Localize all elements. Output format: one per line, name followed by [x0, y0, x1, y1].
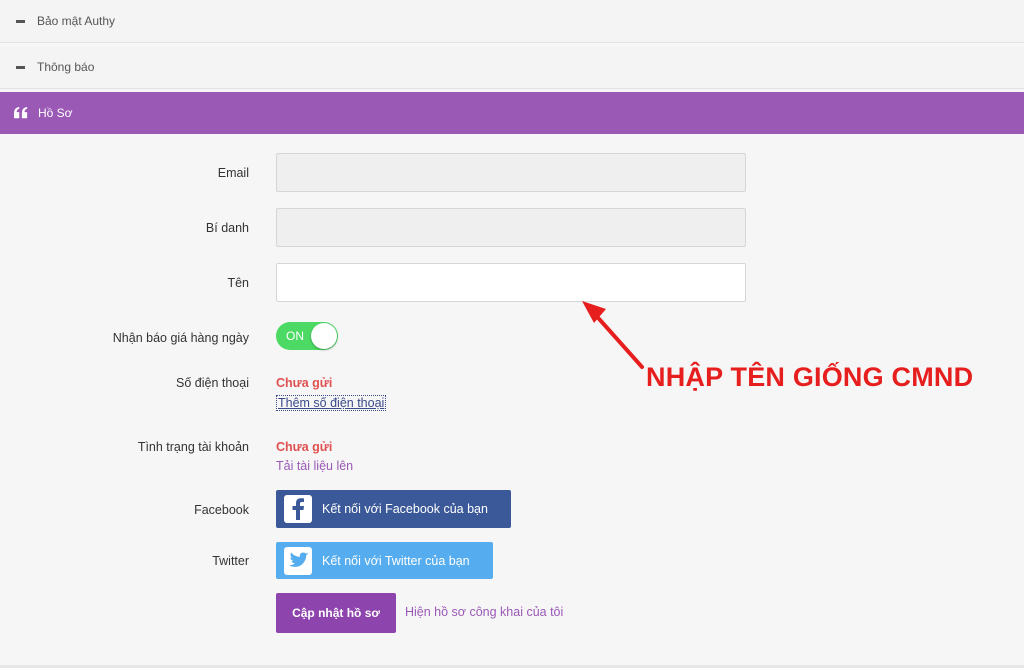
- add-phone-link[interactable]: Thêm số điện thoại: [276, 395, 387, 411]
- annotation-arrow: [582, 301, 644, 369]
- accordion-item-notifications[interactable]: Thông báo: [0, 46, 1024, 89]
- phone-label: Số điện thoại: [176, 376, 249, 390]
- email-label: Email: [217, 166, 249, 180]
- public-profile-link[interactable]: Hiện hồ sơ công khai của tôi: [405, 605, 563, 619]
- account-status-value: Chưa gửi: [276, 440, 333, 454]
- accordion-item-profile[interactable]: Hồ Sơ: [0, 92, 1024, 134]
- accordion-label: Hồ Sơ: [38, 106, 73, 120]
- name-label: Tên: [227, 276, 249, 290]
- minus-icon: [16, 65, 25, 69]
- daily-quote-label: Nhận báo giá hàng ngày: [112, 331, 249, 345]
- account-status-label: Tình trạng tài khoản: [137, 440, 249, 454]
- daily-quote-toggle[interactable]: ON: [276, 322, 338, 350]
- email-field[interactable]: [276, 153, 746, 192]
- toggle-knob: [311, 323, 337, 349]
- accordion-label: Thông báo: [37, 60, 95, 74]
- minus-icon: [16, 19, 25, 23]
- facebook-icon: [284, 495, 312, 523]
- quote-left-icon: [14, 106, 28, 119]
- twitter-icon: [284, 546, 312, 575]
- connect-twitter-button[interactable]: Kết nối với Twitter của bạn: [276, 542, 493, 579]
- upload-documents-link[interactable]: Tải tài liệu lên: [276, 459, 353, 473]
- phone-status: Chưa gửi: [276, 376, 333, 390]
- facebook-label: Facebook: [194, 503, 249, 517]
- connect-twitter-label: Kết nối với Twitter của bạn: [322, 553, 470, 568]
- annotation-text: NHẬP TÊN GIỐNG CMND: [646, 362, 974, 392]
- twitter-label: Twitter: [212, 554, 249, 568]
- name-field[interactable]: [276, 263, 746, 302]
- alias-field[interactable]: [276, 208, 746, 247]
- accordion-label: Bảo mật Authy: [37, 14, 116, 28]
- toggle-state: ON: [286, 329, 304, 343]
- connect-facebook-label: Kết nối với Facebook của bạn: [322, 502, 488, 516]
- update-profile-button[interactable]: Cập nhật hồ sơ: [276, 593, 396, 633]
- alias-label: Bí danh: [205, 221, 249, 235]
- accordion-item-authy[interactable]: Bảo mật Authy: [0, 0, 1024, 43]
- connect-facebook-button[interactable]: Kết nối với Facebook của bạn: [276, 490, 511, 528]
